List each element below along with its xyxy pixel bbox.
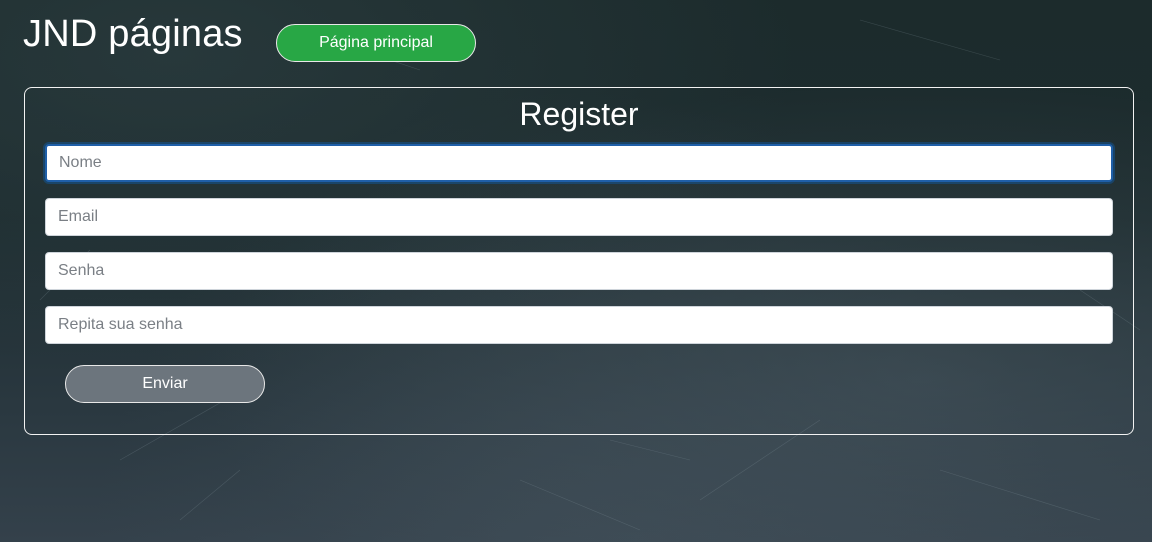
brand-title: JND páginas: [23, 13, 243, 55]
submit-button[interactable]: Enviar: [65, 365, 265, 403]
password-input[interactable]: [45, 252, 1113, 290]
home-page-button[interactable]: Página principal: [276, 24, 476, 62]
register-title: Register: [519, 96, 639, 132]
repeat-password-input[interactable]: [45, 306, 1113, 344]
name-input[interactable]: [45, 144, 1113, 182]
register-form: Register Enviar: [24, 87, 1134, 435]
email-input[interactable]: [45, 198, 1113, 236]
